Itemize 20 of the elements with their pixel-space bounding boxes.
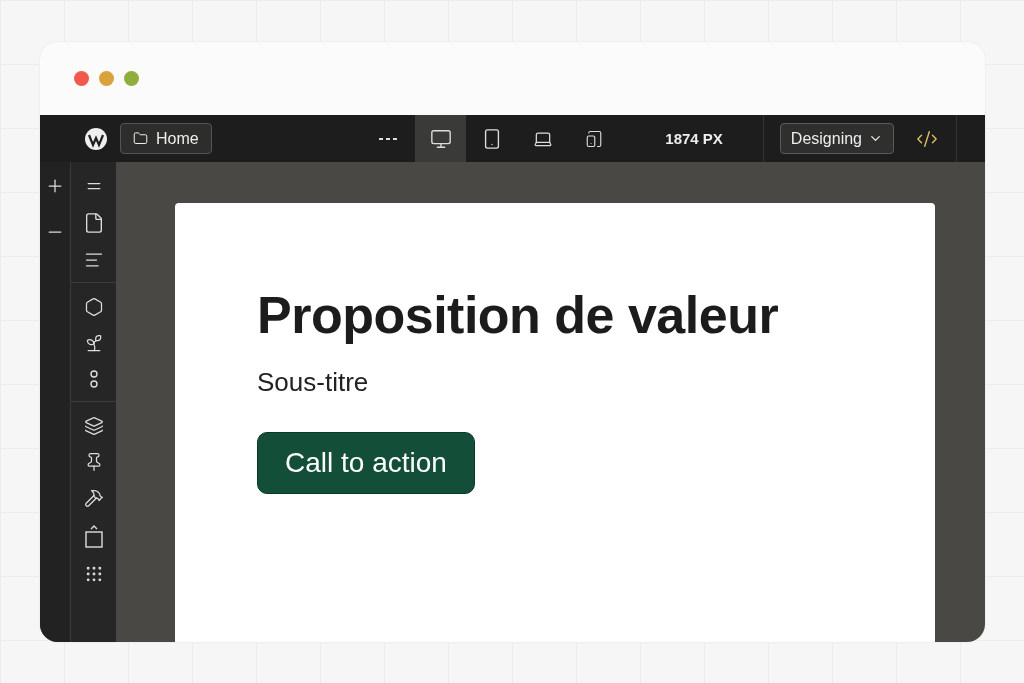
breadcrumb-button[interactable]: Home [120, 123, 212, 154]
hexagon-icon[interactable] [83, 297, 104, 317]
folder-icon [133, 131, 148, 146]
subtitle: Sous-titre [257, 367, 369, 398]
minimize-dot[interactable] [99, 71, 114, 86]
wordpress-logo-icon[interactable] [84, 126, 108, 151]
hammer-icon[interactable] [83, 488, 104, 508]
device-button[interactable] [415, 115, 467, 162]
layers-icon[interactable] [83, 416, 104, 436]
box-icon[interactable] [84, 524, 103, 548]
dots-icon[interactable] [88, 369, 99, 389]
width-readout: 1874 PX [665, 130, 723, 147]
monitor-icon [429, 127, 452, 150]
close-dot[interactable] [74, 71, 89, 86]
maximize-dot[interactable] [124, 71, 139, 86]
cta-button[interactable]: Call to action [257, 432, 475, 494]
mode-dropdown[interactable]: Designing [779, 123, 894, 154]
heading: Proposition de valeur [257, 285, 779, 345]
more-icon[interactable] [379, 136, 398, 141]
phone-icon [584, 129, 603, 148]
